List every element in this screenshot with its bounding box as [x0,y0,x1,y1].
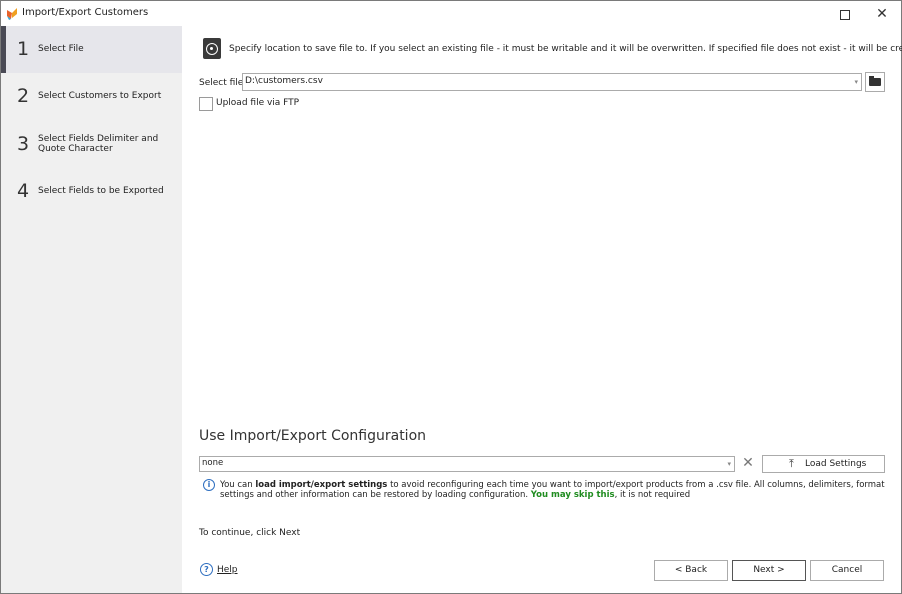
window-title: Import/Export Customers [22,7,149,18]
upload-icon: ⤒ [789,457,794,470]
chevron-down-icon[interactable]: ▾ [854,78,858,86]
step-number: 2 [17,85,30,107]
help-icon[interactable]: ? [200,563,213,576]
load-settings-button[interactable]: ⤒ Load Settings [762,455,885,473]
step-label: Select Fields Delimiter and Quote Charac… [38,134,159,154]
clear-icon: ✕ [742,455,754,471]
config-combobox[interactable]: none ▾ [199,456,735,472]
hard-disk-icon [203,38,221,59]
info-skip-hint: You may skip this [530,490,615,500]
config-section-title: Use Import/Export Configuration [199,428,427,444]
maximize-button[interactable] [834,5,856,23]
cancel-button[interactable]: Cancel [810,560,884,581]
upload-ftp-label[interactable]: Upload file via FTP [216,98,299,108]
info-bold: load import/export settings [255,480,388,490]
step-select-delimiter[interactable]: 3 Select Fields Delimiter and Quote Char… [1,121,182,168]
main-panel: Specify location to save file to. If you… [183,26,902,593]
import-export-window: Import/Export Customers ✕ 1 Select File … [0,0,902,594]
app-logo-icon [7,8,17,20]
next-button[interactable]: Next > [732,560,806,581]
config-info-text: You can load import/export settings to a… [220,480,890,500]
clear-config-button[interactable]: ✕ [739,455,757,472]
step-number: 4 [17,180,30,202]
info-suffix: , it is not required [614,490,691,500]
step-number: 3 [17,133,30,155]
maximize-icon [840,9,850,20]
folder-open-icon [869,76,881,86]
instruction-text: Specify location to save file to. If you… [229,44,902,54]
close-icon: ✕ [876,6,888,22]
step-label: Select File [38,44,84,54]
back-button[interactable]: < Back [654,560,728,581]
step-number: 1 [17,38,30,60]
wizard-steps-sidebar: 1 Select File 2 Select Customers to Expo… [1,26,182,593]
step-select-fields[interactable]: 4 Select Fields to be Exported [1,168,182,215]
info-icon: i [203,479,215,491]
continue-hint: To continue, click Next [199,528,301,538]
help-link[interactable]: Help [217,565,238,575]
upload-ftp-checkbox[interactable] [199,97,213,111]
chevron-down-icon[interactable]: ▾ [727,460,731,468]
info-prefix: You can [220,480,256,490]
step-label: Select Fields to be Exported [38,186,164,196]
select-file-value: D:\customers.csv [245,76,323,86]
title-bar: Import/Export Customers ✕ [1,1,901,26]
close-button[interactable]: ✕ [871,5,893,23]
load-settings-label: Load Settings [805,459,867,469]
select-file-label: Select file [199,78,244,88]
step-label: Select Customers to Export [38,91,162,101]
step-select-customers[interactable]: 2 Select Customers to Export [1,73,182,120]
step-select-file[interactable]: 1 Select File [1,26,182,73]
config-value: none [202,458,224,468]
select-file-combobox[interactable]: D:\customers.csv ▾ [242,73,862,91]
browse-folder-button[interactable] [865,72,885,92]
